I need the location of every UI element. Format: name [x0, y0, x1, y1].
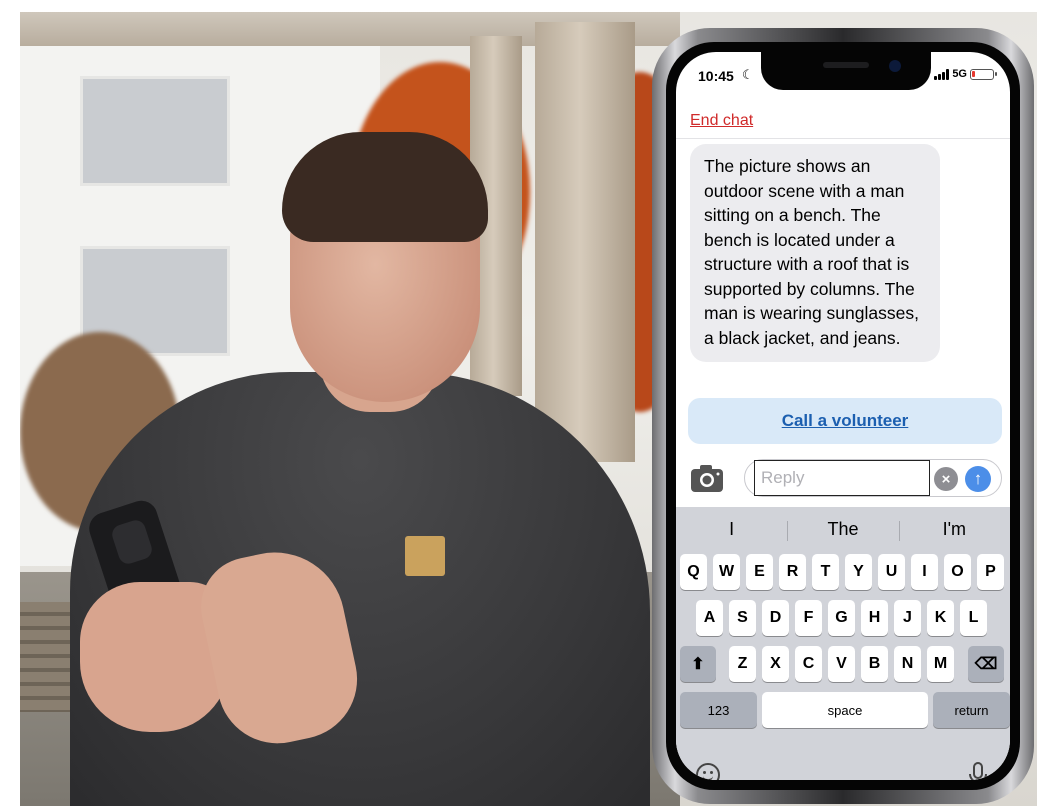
key[interactable]: E	[746, 554, 773, 590]
phone-frame: 10:45 ☾ 5G End chat The picture shows an…	[652, 28, 1034, 804]
moon-icon: ☾	[742, 67, 754, 82]
front-camera	[889, 60, 901, 72]
key-row-2: A S D F G H J K L	[676, 600, 1010, 636]
backspace-icon[interactable]: ⌫	[968, 646, 1004, 682]
key[interactable]: Z	[729, 646, 756, 682]
key-row-4: 123 space return	[676, 692, 1010, 728]
camera-icon[interactable]	[690, 463, 724, 493]
key[interactable]: G	[828, 600, 855, 636]
call-volunteer-label: Call a volunteer	[781, 411, 909, 430]
key[interactable]: M	[927, 646, 954, 682]
key[interactable]: Q	[680, 554, 707, 590]
status-indicators: 5G	[934, 68, 997, 80]
key[interactable]: L	[960, 600, 987, 636]
signal-icon	[934, 68, 950, 80]
key[interactable]: C	[795, 646, 822, 682]
phone-bezel: 10:45 ☾ 5G End chat The picture shows an…	[666, 42, 1020, 790]
key[interactable]: I	[911, 554, 938, 590]
key[interactable]: S	[729, 600, 756, 636]
notch	[761, 52, 931, 90]
earpiece	[823, 62, 869, 68]
key[interactable]: H	[861, 600, 888, 636]
end-chat-link[interactable]: End chat	[690, 112, 753, 130]
send-arrow-icon[interactable]: ↑	[965, 466, 991, 492]
key[interactable]: N	[894, 646, 921, 682]
jacket-logo-patch	[405, 536, 445, 576]
key[interactable]: R	[779, 554, 806, 590]
suggestion-item[interactable]: I	[676, 519, 787, 540]
pavilion-column	[535, 22, 635, 462]
microphone-icon[interactable]	[966, 761, 990, 780]
message-list[interactable]: The picture shows an outdoor scene with …	[676, 139, 1010, 394]
call-volunteer-button[interactable]: Call a volunteer	[688, 398, 1002, 444]
key[interactable]: O	[944, 554, 971, 590]
key[interactable]: Y	[845, 554, 872, 590]
key-row-3: ⬆ Z X C V B N M ⌫	[676, 646, 1010, 682]
key[interactable]: A	[696, 600, 723, 636]
phone-screen: 10:45 ☾ 5G End chat The picture shows an…	[676, 52, 1010, 780]
emoji-icon[interactable]	[696, 763, 720, 780]
key[interactable]: B	[861, 646, 888, 682]
keyboard: I The I'm Q W E R T Y U I O P A S D F G …	[676, 507, 1010, 780]
battery-level	[972, 70, 975, 77]
suggestion-item[interactable]: I'm	[898, 519, 1010, 541]
shift-icon[interactable]: ⬆	[680, 646, 716, 682]
key-row-1: Q W E R T Y U I O P	[676, 554, 1010, 590]
clear-icon[interactable]: ×	[934, 467, 958, 491]
key[interactable]: W	[713, 554, 740, 590]
received-message-bubble: The picture shows an outdoor scene with …	[690, 144, 940, 362]
key[interactable]: V	[828, 646, 855, 682]
battery-icon	[970, 68, 997, 80]
status-time: 10:45	[698, 68, 734, 84]
return-key[interactable]: return	[933, 692, 1010, 728]
building-window	[80, 76, 230, 186]
key[interactable]: U	[878, 554, 905, 590]
key[interactable]: J	[894, 600, 921, 636]
suggestion-bar: I The I'm	[676, 507, 1010, 551]
key[interactable]: F	[795, 600, 822, 636]
key[interactable]: D	[762, 600, 789, 636]
numbers-key[interactable]: 123	[680, 692, 757, 728]
reply-input[interactable]	[754, 460, 930, 496]
suggestion-item[interactable]: The	[787, 519, 898, 541]
space-key[interactable]: space	[762, 692, 928, 728]
key[interactable]: K	[927, 600, 954, 636]
composer-row: × ↑	[676, 452, 1010, 504]
key[interactable]: X	[762, 646, 789, 682]
person-hair	[282, 132, 488, 242]
key[interactable]: T	[812, 554, 839, 590]
key[interactable]: P	[977, 554, 1004, 590]
network-label: 5G	[952, 68, 967, 80]
